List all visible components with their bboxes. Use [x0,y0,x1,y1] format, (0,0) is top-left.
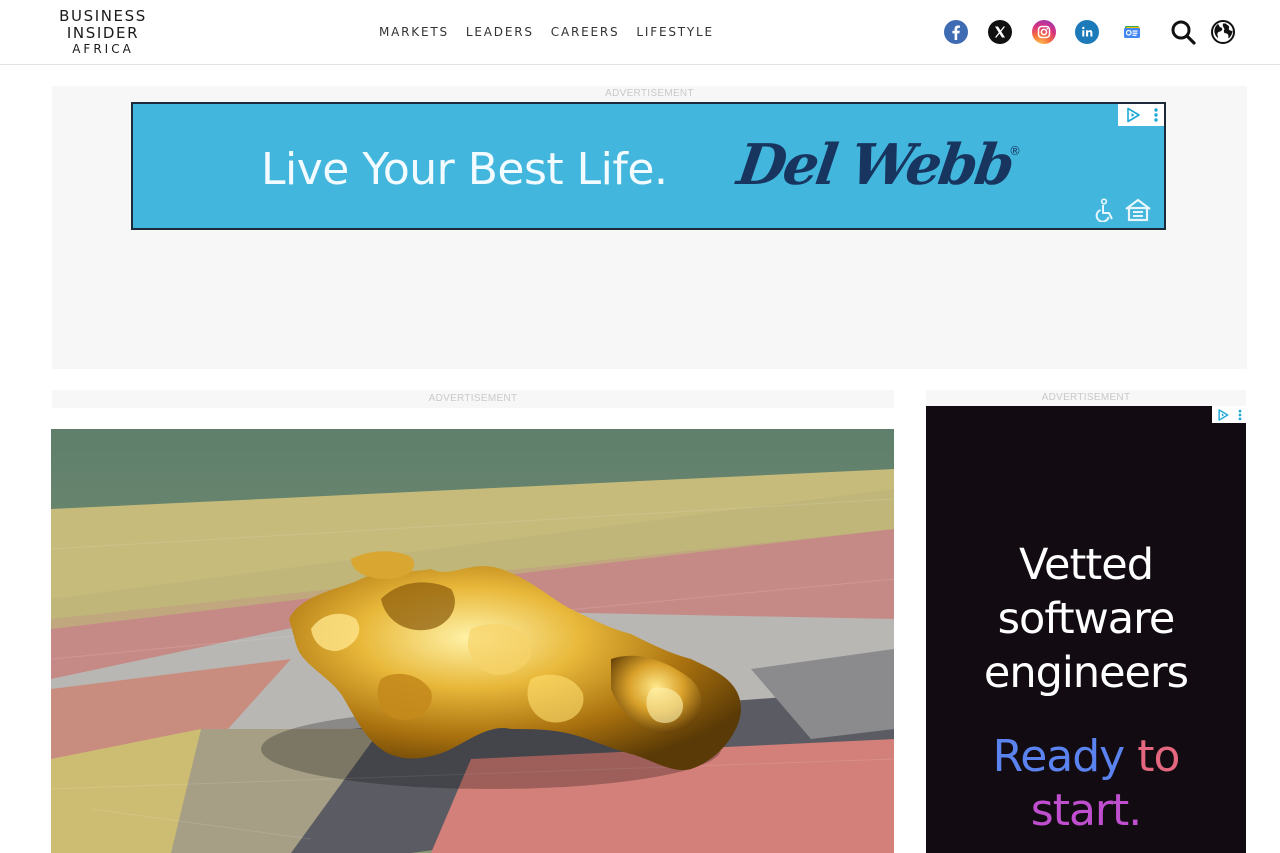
cta-word-ready: Ready [992,731,1126,782]
more-options-icon[interactable] [1153,106,1159,124]
more-options-icon[interactable] [1237,408,1243,422]
ad-cta: Ready to start. [926,730,1246,838]
nav-lifestyle[interactable]: LIFESTYLE [636,25,713,39]
site-logo[interactable]: BUSINESS INSIDER AFRICA [56,7,150,56]
ad-label: ADVERTISEMENT [1041,392,1131,403]
google-news-icon[interactable] [1121,20,1145,44]
sidebar-ad-label-bar: ADVERTISEMENT [926,390,1246,406]
ad-brand-logo: Del Webb [733,132,1016,198]
facebook-icon[interactable] [944,20,968,44]
content-ad-slot: ADVERTISEMENT [52,390,894,408]
linkedin-icon[interactable] [1075,20,1099,44]
top-ad-slot: ADVERTISEMENT Live Your Best Life. Del W… [52,86,1247,369]
cta-word-start: start. [1030,785,1142,836]
ad-headline: Vetted software engineers [926,538,1246,700]
cta-word-to: to [1137,731,1180,782]
headline-line-3: engineers [983,648,1189,698]
site-header: BUSINESS INSIDER AFRICA MARKETS LEADERS … [0,0,1280,65]
logo-line-3: AFRICA [72,42,134,56]
accessibility-icon [1095,198,1113,222]
nav-markets[interactable]: MARKETS [379,25,449,39]
software-engineers-sidebar-ad[interactable]: Vetted software engineers Ready to start… [926,406,1246,853]
ad-choices[interactable] [1212,406,1246,423]
logo-line-1: BUSINESS [59,7,147,25]
logo-line-2: INSIDER [66,24,140,42]
adchoices-icon[interactable] [1124,106,1142,124]
search-icon[interactable] [1169,18,1197,46]
equal-housing-icon [1125,198,1151,222]
ad-tagline: Live Your Best Life. [261,144,668,195]
x-icon[interactable] [988,20,1012,44]
instagram-icon[interactable] [1032,20,1056,44]
headline-line-2: software [997,594,1176,644]
nav-leaders[interactable]: LEADERS [466,25,534,39]
headline-line-1: Vetted [1018,540,1154,590]
globe-icon[interactable] [1210,19,1236,45]
main-nav: MARKETS LEADERS CAREERS LIFESTYLE [379,25,731,39]
adchoices-icon[interactable] [1216,408,1230,422]
nav-careers[interactable]: CAREERS [551,25,620,39]
ad-choices[interactable] [1118,104,1164,126]
article-hero-image[interactable] [51,429,894,853]
registered-mark: ® [1009,144,1021,158]
ad-label: ADVERTISEMENT [605,88,694,99]
del-webb-banner-ad[interactable]: Live Your Best Life. Del Webb ® [131,102,1166,230]
ad-label: ADVERTISEMENT [428,393,518,404]
ad-compliance-icons [1094,198,1152,222]
